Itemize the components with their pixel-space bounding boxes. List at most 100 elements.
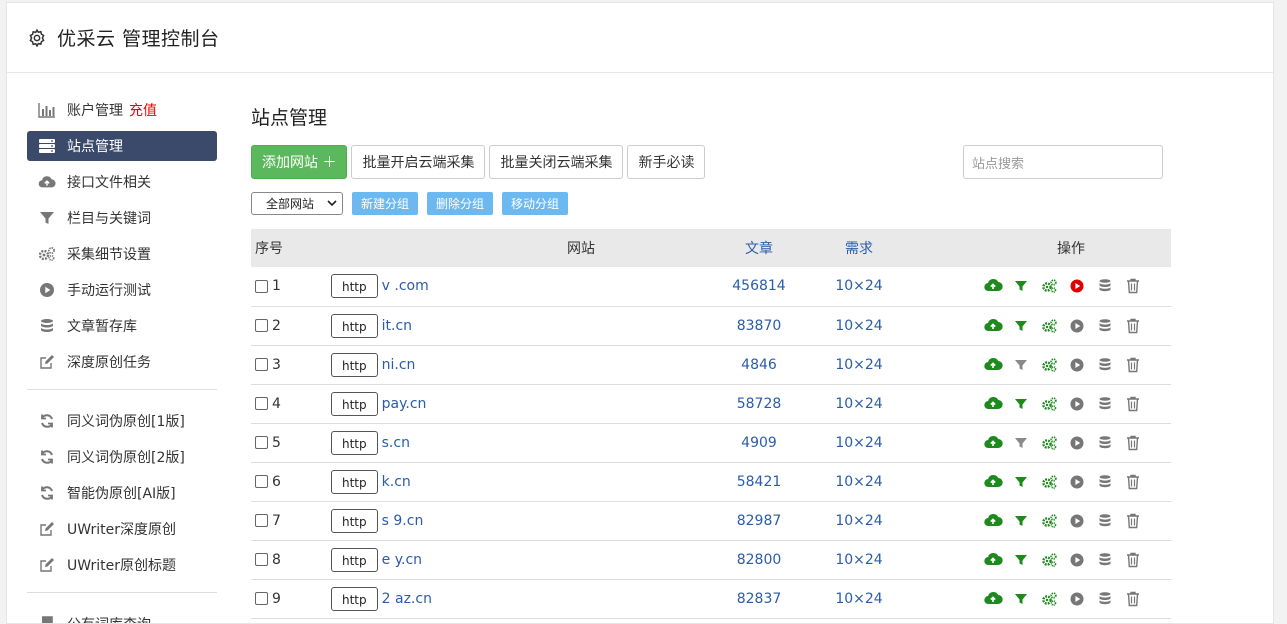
row-select[interactable]: 4 [255,396,327,412]
sidebar-item-8-main[interactable]: 深度原创任务 [27,347,217,377]
play-circle-icon[interactable] [1067,589,1087,609]
sidebar-item-5-main[interactable]: 采集细节设置 [27,239,217,269]
demand-value[interactable]: 10×24 [819,540,899,579]
protocol-button[interactable]: http [331,313,378,338]
newbie-guide-button[interactable]: 新手必读 [627,145,706,179]
sidebar-item-6-main[interactable]: 手动运行测试 [27,275,217,305]
article-count[interactable]: 82837 [699,579,819,618]
row-checkbox[interactable] [255,553,268,566]
gears-icon[interactable] [1039,355,1059,375]
sidebar-item-3-tools[interactable]: 智能伪原创[AI版] [27,478,217,508]
sidebar-item-4-main[interactable]: 栏目与关键词 [27,203,217,233]
move-group-button[interactable]: 移动分组 [502,191,569,215]
filter-icon[interactable] [1011,589,1031,609]
cloud-upload-icon[interactable] [983,355,1003,375]
site-domain-link[interactable]: e y.cn [382,552,422,568]
group-select[interactable]: 全部网站 [251,191,343,215]
cloud-upload-icon[interactable] [983,472,1003,492]
site-domain-link[interactable]: pay.cn [382,396,427,412]
protocol-button[interactable]: http [331,274,378,299]
row-select[interactable]: 9 [255,591,327,607]
database-icon[interactable] [1095,589,1115,609]
play-circle-icon[interactable] [1067,550,1087,570]
filter-icon[interactable] [1011,394,1031,414]
row-checkbox[interactable] [255,436,268,449]
database-icon[interactable] [1095,433,1115,453]
row-select[interactable]: 5 [255,435,327,451]
row-checkbox[interactable] [255,592,268,605]
gears-icon[interactable] [1039,589,1059,609]
row-select[interactable]: 6 [255,474,327,490]
row-select[interactable]: 8 [255,552,327,568]
database-icon[interactable] [1095,511,1115,531]
protocol-button[interactable]: http [331,469,378,494]
article-count[interactable]: 456814 [699,267,819,306]
trash-icon[interactable] [1123,316,1143,336]
gears-icon[interactable] [1039,472,1059,492]
trash-icon[interactable] [1123,276,1143,296]
article-count[interactable]: 58421 [699,462,819,501]
filter-icon[interactable] [1011,472,1031,492]
sidebar-item-3-main[interactable]: 接口文件相关 [27,167,217,197]
article-count[interactable]: 82800 [699,540,819,579]
site-domain-link[interactable]: s 9.cn [382,513,424,529]
trash-icon[interactable] [1123,472,1143,492]
protocol-button[interactable]: http [331,430,378,455]
sidebar-item-2-main[interactable]: 站点管理 [27,131,217,161]
gears-icon[interactable] [1039,316,1059,336]
row-select[interactable]: 2 [255,318,327,334]
row-checkbox[interactable] [255,514,268,527]
trash-icon[interactable] [1123,511,1143,531]
gears-icon[interactable] [1039,511,1059,531]
row-select[interactable]: 7 [255,513,327,529]
gears-icon[interactable] [1039,550,1059,570]
play-circle-icon[interactable] [1067,511,1087,531]
play-circle-icon[interactable] [1067,316,1087,336]
recharge-link[interactable]: 充值 [129,100,157,120]
demand-value[interactable]: 10×24 [819,501,899,540]
play-circle-icon[interactable] [1067,276,1087,296]
site-domain-link[interactable]: k.cn [382,474,411,490]
database-icon[interactable] [1095,550,1115,570]
site-domain-link[interactable]: s.cn [382,435,410,451]
database-icon[interactable] [1095,355,1115,375]
trash-icon[interactable] [1123,550,1143,570]
row-checkbox[interactable] [255,279,268,293]
sidebar-item-2-tools[interactable]: 同义词伪原创[2版] [27,442,217,472]
demand-value[interactable]: 10×24 [819,423,899,462]
site-domain-link[interactable]: ni.cn [382,357,416,373]
play-circle-icon[interactable] [1067,472,1087,492]
site-domain-link[interactable]: it.cn [382,318,412,334]
protocol-button[interactable]: http [331,508,378,533]
enable-cloud-button[interactable]: 批量开启云端采集 [351,145,486,179]
trash-icon[interactable] [1123,394,1143,414]
site-domain-link[interactable]: v .com [382,278,429,294]
article-count[interactable]: 58728 [699,384,819,423]
demand-value[interactable]: 10×24 [819,345,899,384]
protocol-button[interactable]: http [331,547,378,572]
site-search-input[interactable]: 站点搜索 [963,145,1163,179]
cloud-upload-icon[interactable] [983,276,1003,296]
protocol-button[interactable]: http [331,352,378,377]
cloud-upload-icon[interactable] [983,433,1003,453]
demand-value[interactable]: 10×24 [819,579,899,618]
filter-icon[interactable] [1011,355,1031,375]
row-checkbox[interactable] [255,397,268,410]
sidebar-item-1-lib[interactable]: 公有词库查询 [27,609,217,623]
gears-icon[interactable] [1039,394,1059,414]
database-icon[interactable] [1095,472,1115,492]
row-checkbox[interactable] [255,358,268,371]
site-domain-link[interactable]: 2 az.cn [382,591,432,607]
delete-group-button[interactable]: 删除分组 [427,191,494,215]
disable-cloud-button[interactable]: 批量关闭云端采集 [489,145,624,179]
protocol-button[interactable]: http [331,391,378,416]
row-checkbox[interactable] [255,319,268,332]
row-select[interactable]: 1 [255,278,327,294]
protocol-button[interactable]: http [331,586,378,611]
filter-icon[interactable] [1011,276,1031,296]
cloud-upload-icon[interactable] [983,394,1003,414]
sidebar-item-5-tools[interactable]: UWriter原创标题 [27,550,217,580]
play-circle-icon[interactable] [1067,355,1087,375]
cloud-upload-icon[interactable] [983,589,1003,609]
row-checkbox[interactable] [255,475,268,488]
